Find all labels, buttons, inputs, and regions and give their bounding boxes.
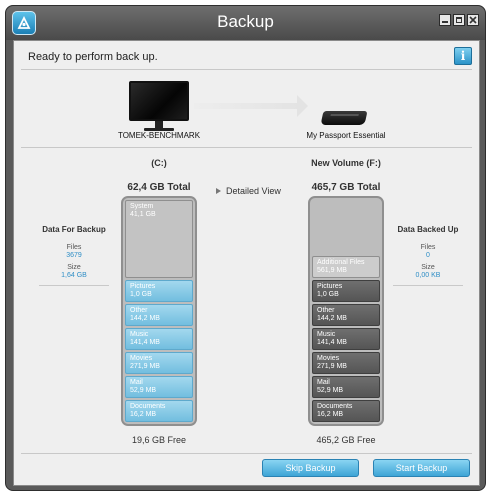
minimize-button[interactable]	[439, 14, 451, 26]
source-volume: (C:)	[151, 158, 167, 168]
window-title: Backup	[217, 12, 274, 31]
expand-triangle-icon	[216, 188, 221, 194]
segment-size: 271,9 MB	[130, 363, 160, 370]
title-bar: Backup	[6, 6, 485, 40]
system-size: 41,1 GB	[130, 211, 156, 218]
segment-label: Mail	[317, 379, 330, 386]
additional-files-segment: Additional Files 561,9 MB	[312, 256, 380, 278]
backup-files-label: Files	[66, 244, 82, 251]
destination-volume: New Volume (F:)	[311, 158, 381, 168]
start-backup-button[interactable]: Start Backup	[373, 459, 470, 477]
dest-segment-other[interactable]: Other 144,2 MB	[312, 304, 380, 326]
footer-divider	[21, 453, 472, 454]
segment-size: 144,2 MB	[317, 315, 347, 322]
transfer-arrowhead-icon	[297, 95, 308, 117]
source-segment-other[interactable]: Other 144,2 MB	[125, 304, 193, 326]
additional-label: Additional Files	[317, 259, 365, 266]
segment-label: Movies	[317, 355, 340, 362]
segment-size: 141,4 MB	[130, 339, 160, 346]
system-segment: System 41,1 GB	[125, 200, 193, 278]
segment-size: 16,2 MB	[130, 411, 157, 418]
segment-size: 141,4 MB	[317, 339, 347, 346]
dest-segment-movies[interactable]: Movies 271,9 MB	[312, 352, 380, 374]
transfer-arrow-icon	[194, 103, 299, 109]
segment-label: Pictures	[317, 283, 343, 290]
source-free: 19,6 GB Free	[131, 435, 187, 445]
destination-free: 465,2 GB Free	[316, 435, 376, 445]
segment-label: Pictures	[130, 283, 156, 290]
main-panel: Ready to perform back up. i TOMEK-BENCHM…	[13, 40, 480, 486]
segment-label: Music	[317, 331, 336, 338]
backed-up-files-value: 0	[426, 252, 430, 259]
computer-icon	[129, 81, 189, 131]
backed-up-size-value: 0,00 KB	[415, 272, 441, 279]
backed-up-files-label: Files	[420, 244, 436, 251]
segment-label: Mail	[130, 379, 143, 386]
free-space-segment	[312, 200, 380, 254]
dest-segment-music[interactable]: Music 141,4 MB	[312, 328, 380, 350]
data-for-backup-panel: Data For Backup Files 3679 Size 1,64 GB	[39, 225, 109, 286]
segment-size: 271,9 MB	[317, 363, 347, 370]
segment-size: 144,2 MB	[130, 315, 160, 322]
segment-label: Documents	[317, 403, 353, 410]
segment-label: Other	[317, 307, 335, 314]
source-segment-movies[interactable]: Movies 271,9 MB	[125, 352, 193, 374]
data-backed-up-panel: Data Backed Up Files 0 Size 0,00 KB	[393, 225, 463, 286]
status-message: Ready to perform back up.	[28, 51, 158, 63]
devices-divider	[21, 147, 472, 148]
data-backed-up-heading: Data Backed Up	[397, 225, 459, 234]
backup-size-label: Size	[67, 264, 81, 271]
source-segment-mail[interactable]: Mail 52,9 MB	[125, 376, 193, 398]
source-segment-pictures[interactable]: Pictures 1,0 GB	[125, 280, 193, 302]
source-segment-music[interactable]: Music 141,4 MB	[125, 328, 193, 350]
backup-size-value: 1,64 GB	[61, 272, 87, 279]
skip-backup-button[interactable]: Skip Backup	[262, 459, 359, 477]
dest-segment-mail[interactable]: Mail 52,9 MB	[312, 376, 380, 398]
segment-label: Documents	[130, 403, 166, 410]
backup-panel-divider	[39, 285, 109, 286]
source-segment-documents[interactable]: Documents 16,2 MB	[125, 400, 193, 422]
window-controls	[439, 14, 479, 26]
data-for-backup-heading: Data For Backup	[42, 225, 106, 234]
system-label: System	[130, 203, 154, 210]
segment-size: 52,9 MB	[317, 387, 344, 394]
destination-capacity-bar: Additional Files 561,9 MB Pictures 1,0 GB…	[308, 196, 384, 426]
dest-segment-pictures[interactable]: Pictures 1,0 GB	[312, 280, 380, 302]
segment-label: Movies	[130, 355, 153, 362]
segment-size: 1,0 GB	[317, 291, 339, 298]
source-total: 62,4 GB Total	[127, 182, 191, 193]
close-button[interactable]	[467, 14, 479, 26]
maximize-button[interactable]	[453, 14, 465, 26]
backed-up-size-label: Size	[421, 264, 435, 271]
source-capacity-bar: System 41,1 GB Pictures 1,0 GB Other 144,2…	[121, 196, 197, 426]
additional-size: 561,9 MB	[317, 267, 347, 274]
backup-files-value: 3679	[66, 252, 82, 259]
segment-label: Music	[130, 331, 149, 338]
source-device-name: TOMEK-BENCHMARK	[117, 131, 201, 140]
segment-size: 16,2 MB	[317, 411, 344, 418]
detailed-view-toggle[interactable]: Detailed View	[216, 186, 281, 196]
backup-window: Backup Ready to perform back up. i TOMEK…	[5, 5, 486, 491]
info-icon[interactable]: i	[454, 47, 472, 65]
backed-up-panel-divider	[393, 285, 463, 286]
close-icon	[469, 16, 477, 24]
segment-size: 1,0 GB	[130, 291, 152, 298]
dest-segment-documents[interactable]: Documents 16,2 MB	[312, 400, 380, 422]
external-drive-icon	[320, 111, 368, 125]
destination-device-name: My Passport Essential	[306, 131, 386, 140]
destination-total: 465,7 GB Total	[311, 182, 381, 193]
detailed-view-label: Detailed View	[226, 186, 281, 196]
segment-size: 52,9 MB	[130, 387, 157, 394]
header-divider	[21, 69, 472, 70]
segment-label: Other	[130, 307, 148, 314]
